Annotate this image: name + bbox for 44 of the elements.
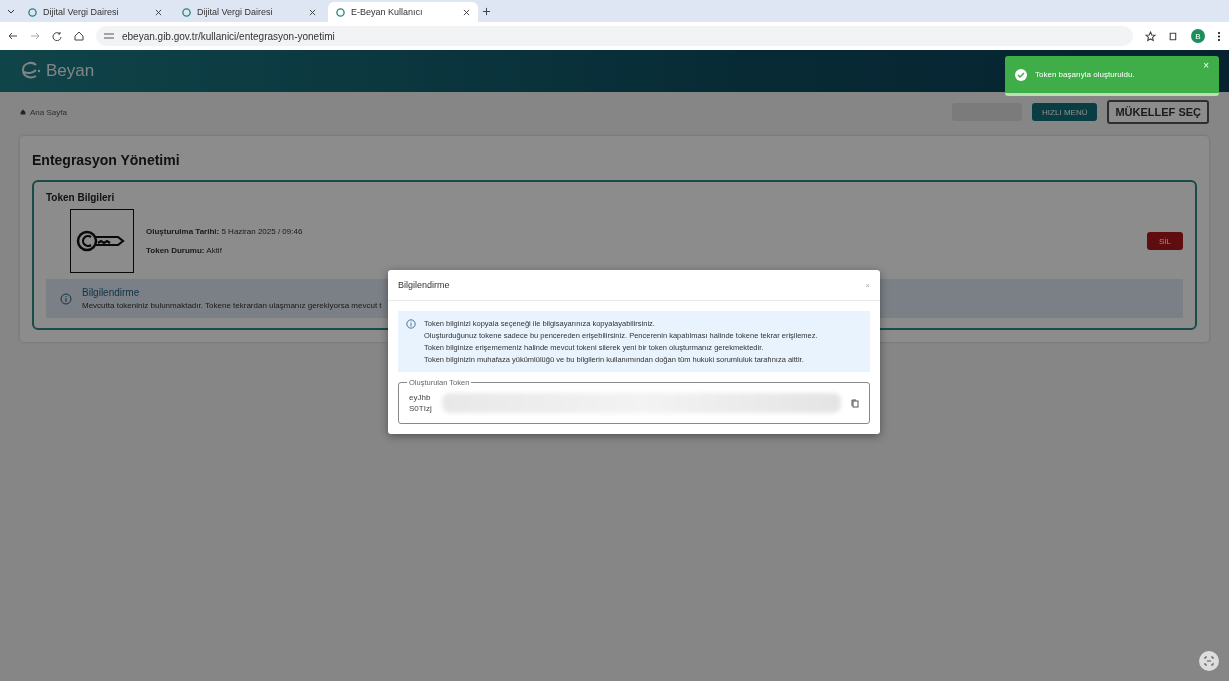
info-icon bbox=[60, 292, 72, 305]
token-text: eyJhb bbox=[409, 393, 432, 402]
lens-button[interactable] bbox=[1199, 651, 1219, 671]
token-field-text: Oluşturulma Tarihi: 5 Haziran 2025 / 09:46 bbox=[146, 227, 304, 236]
token-text: S0TIzj bbox=[409, 404, 432, 413]
reload-icon[interactable] bbox=[52, 31, 62, 41]
browser-tab[interactable]: Dijital Vergi Dairesi bbox=[174, 2, 324, 22]
section-title: Token Bilgileri bbox=[46, 192, 116, 203]
browser-tab[interactable]: Dijital Vergi Dairesi bbox=[20, 2, 170, 22]
close-icon[interactable] bbox=[463, 8, 470, 16]
new-tab-icon[interactable] bbox=[482, 6, 491, 16]
info-title: Bilgilendirme bbox=[82, 287, 141, 298]
site-icon bbox=[28, 7, 37, 17]
tab-title: Dijital Vergi Dairesi bbox=[43, 7, 120, 17]
back-icon[interactable] bbox=[8, 31, 18, 41]
tab-title: Dijital Vergi Dairesi bbox=[197, 7, 274, 17]
tab-title: E-Beyan Kullanıcı bbox=[351, 7, 424, 17]
toast-message: Token başarıyla oluşturuldu. bbox=[1035, 70, 1135, 79]
info-icon bbox=[406, 319, 416, 329]
breadcrumb-link[interactable]: Ana Sayfa bbox=[20, 107, 67, 117]
page-title: Entegrasyon Yönetimi bbox=[32, 152, 181, 168]
token-field-text: Token Durumu: Aktif bbox=[146, 246, 223, 255]
copy-icon[interactable] bbox=[851, 398, 859, 408]
browser-tab[interactable]: E-Beyan Kullanıcı bbox=[328, 2, 478, 22]
close-icon[interactable] bbox=[309, 8, 316, 16]
logo-text: Beyan bbox=[46, 61, 95, 81]
home-icon[interactable] bbox=[74, 31, 84, 41]
taxpayer-select-button[interactable]: MÜKELLEF SEÇ bbox=[1107, 100, 1209, 124]
home-icon bbox=[20, 109, 26, 115]
check-circle-icon bbox=[1015, 68, 1027, 81]
address-bar[interactable]: ebeyan.gib.gov.tr/kullanici/entegrasyon-yonetimi bbox=[96, 26, 1133, 46]
delete-button[interactable]: SİL bbox=[1147, 232, 1183, 250]
extensions-icon[interactable] bbox=[1168, 30, 1179, 42]
close-icon[interactable] bbox=[155, 8, 162, 16]
dialog-title: Bilgilendirme bbox=[398, 280, 450, 290]
site-icon bbox=[182, 7, 191, 17]
menu-icon[interactable] bbox=[1217, 30, 1221, 42]
profile-avatar[interactable]: B bbox=[1191, 29, 1205, 43]
info-text: Mevcutta tokeniniz bulunmaktadır. Tokene tekrardan ulaşmanız gerekiyorsa mevcut t bbox=[82, 301, 382, 310]
toast-close-button[interactable]: × bbox=[1203, 60, 1209, 71]
star-icon[interactable] bbox=[1145, 30, 1156, 42]
quick-menu-button[interactable]: HIZLI MENÜ bbox=[1032, 103, 1098, 121]
scan-icon bbox=[1204, 656, 1214, 666]
site-icon bbox=[336, 7, 345, 17]
